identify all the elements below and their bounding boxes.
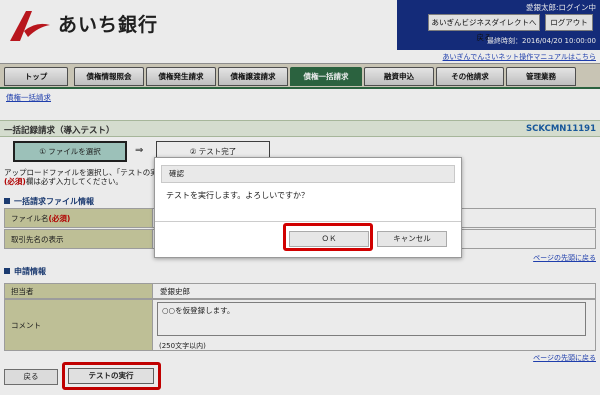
dialog-divider	[155, 221, 461, 222]
ok-highlight	[283, 223, 373, 251]
dialog-title: 確認	[161, 165, 455, 183]
cancel-button[interactable]: キャンセル	[377, 231, 447, 247]
dialog-message: テストを実行します。よろしいですか？	[166, 191, 309, 200]
